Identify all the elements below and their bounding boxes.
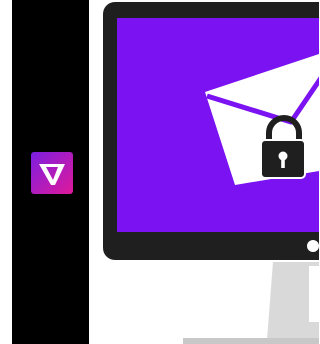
brand-v-logo-icon [31,152,73,194]
stand-highlight [309,266,319,322]
power-led-icon [307,240,319,252]
monitor-illustration [103,2,319,344]
monitor-base [183,338,319,344]
